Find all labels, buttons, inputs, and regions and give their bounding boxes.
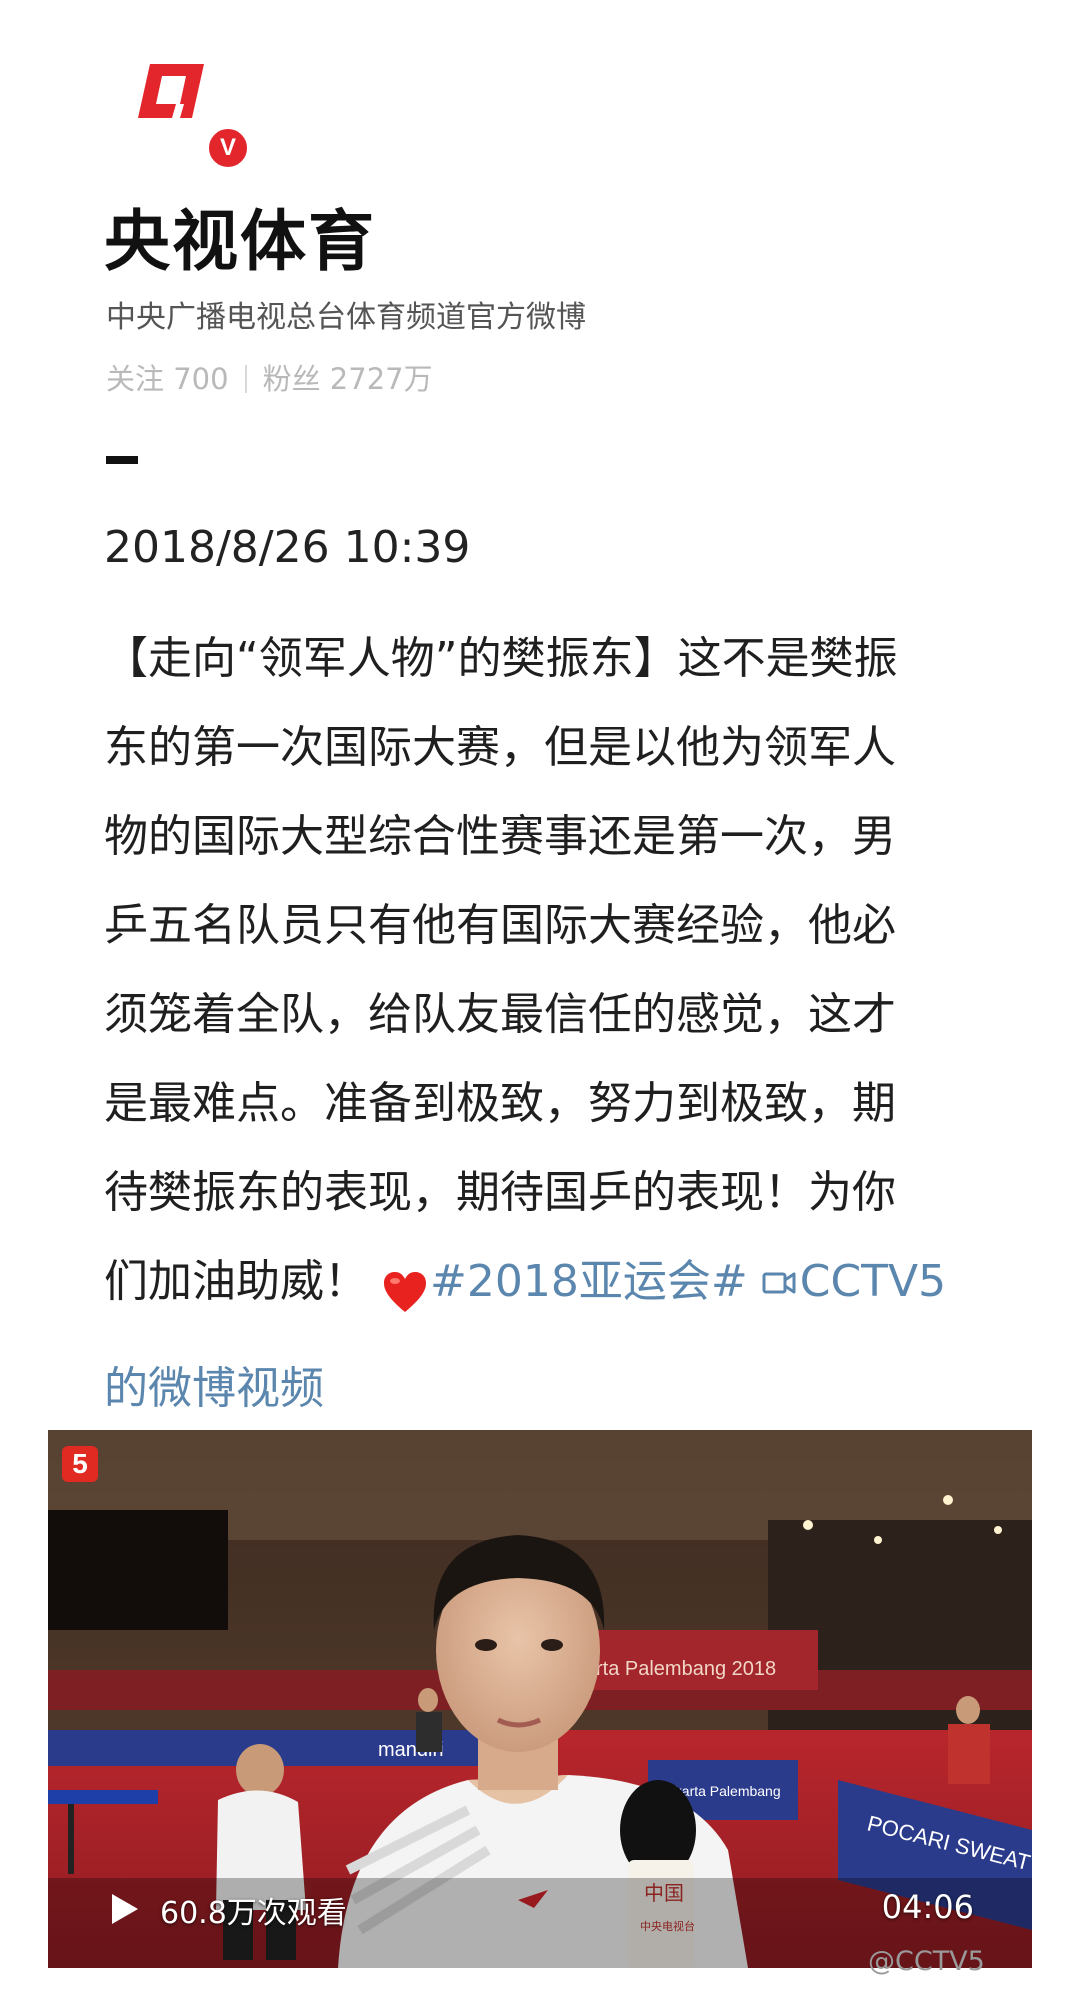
post-line: 待樊振东的表现，期待国乒的表现！为你 xyxy=(104,1167,896,1218)
channel-badge: 5 xyxy=(62,1446,98,1482)
account-description: 中央广播电视总台体育频道官方微博 xyxy=(106,300,586,335)
stats-divider xyxy=(244,365,247,393)
post-line: 是最难点。准备到极致，努力到极致，期 xyxy=(104,1078,896,1129)
post-timestamp: 2018/8/26 10:39 xyxy=(104,522,471,573)
video-source-link[interactable]: CCTV5 xyxy=(800,1256,946,1307)
post-line: 们加油助威！ xyxy=(104,1256,368,1307)
cctv5-logo-icon xyxy=(138,64,204,118)
video-player[interactable]: rta Palembang 2018 mandiri Jakarta Palem… xyxy=(48,1430,1032,1968)
view-count: 60.8万次观看 xyxy=(160,1896,347,1931)
arena-banner-text: rta Palembang 2018 xyxy=(596,1658,776,1680)
post-line: 物的国际大型综合性赛事还是第一次，男 xyxy=(104,811,896,862)
section-divider xyxy=(106,456,138,464)
post-line: 乒五名队员只有他有国际大赛经验，他必 xyxy=(104,900,896,951)
video-duration: 04:06 xyxy=(881,1888,974,1926)
followers-count[interactable]: 粉丝 2727万 xyxy=(263,362,433,396)
post-text: 【走向“领军人物”的樊振东】这不是樊振 东的第一次国际大赛，但是以他为领军人 物… xyxy=(104,614,980,1433)
play-icon[interactable] xyxy=(110,1892,140,1926)
following-count[interactable]: 关注 700 xyxy=(106,362,229,396)
video-camera-icon[interactable] xyxy=(762,1239,796,1328)
hashtag-link[interactable]: #2018亚运会# xyxy=(430,1256,748,1307)
post-line: 须笼着全队，给队友最信任的感觉，这才 xyxy=(104,989,896,1040)
heart-emoji-icon xyxy=(382,1255,428,1344)
post-line: 东的第一次国际大赛，但是以他为领军人 xyxy=(104,722,896,773)
video-source-link-cont[interactable]: 的微博视频 xyxy=(104,1344,980,1433)
verified-icon: V xyxy=(206,126,250,170)
post-line: 【走向“领军人物”的樊振东】这不是樊振 xyxy=(104,633,898,684)
weibo-watermark: @CCTV5 xyxy=(868,1946,985,1977)
account-stats: 关注 700 粉丝 2727万 xyxy=(106,356,433,398)
account-name[interactable]: 央视体育 xyxy=(104,188,376,284)
post-line-last: 们加油助威！ #2018亚运会# CCTV5 xyxy=(104,1237,980,1344)
account-avatar[interactable]: V xyxy=(132,62,252,172)
